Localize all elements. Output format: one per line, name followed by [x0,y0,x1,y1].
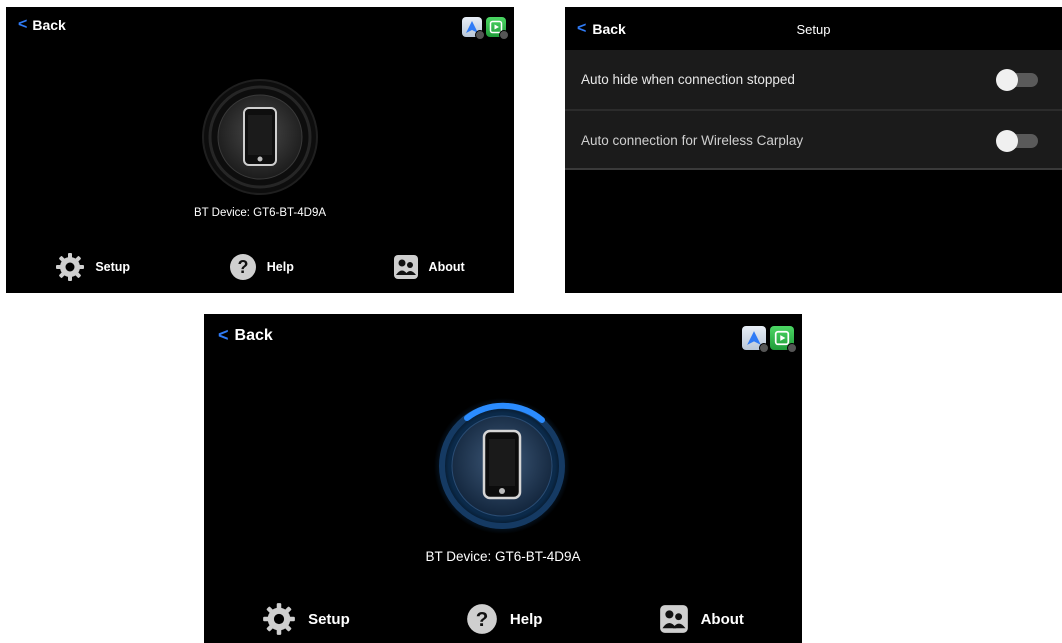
device-label: BT Device: GT6-BT-4D9A [425,549,581,564]
about-label: About [700,610,744,628]
android-auto-icon[interactable] [742,326,769,353]
back-button[interactable]: < Back [218,325,273,346]
setup-button[interactable]: Setup [55,252,130,282]
carplay-icon[interactable] [770,326,797,353]
auto-hide-toggle[interactable] [996,68,1038,91]
setting-label: Auto connection for Wireless Carplay [581,133,804,148]
phone-icon [434,398,570,534]
back-label: Back [32,17,66,33]
chevron-left-icon: < [18,16,28,33]
back-button[interactable]: < Back [18,16,66,34]
setup-button[interactable]: Setup [262,602,350,636]
setup-label: Setup [308,610,350,628]
setting-auto-hide: Auto hide when connection stopped [565,50,1062,109]
gear-icon [263,603,295,635]
help-icon: ? [467,604,497,634]
help-button[interactable]: ? Help [229,253,294,281]
phone-icon [202,79,318,195]
carplay-icon[interactable] [486,17,509,40]
device-label: BT Device: GT6-BT-4D9A [193,207,327,219]
settings-list: Auto hide when connection stopped Auto c… [565,50,1062,168]
gear-icon [56,253,85,281]
wireless-carplay-toggle[interactable] [996,129,1038,152]
android-auto-icon[interactable] [462,17,485,40]
connection-screen-idle: < Back BT Device: GT6-BT-4D9A Setup ? He… [6,7,514,293]
about-label: About [428,260,465,274]
setup-screen: < Back Setup Auto hide when connection s… [565,7,1062,293]
help-label: Help [266,260,294,274]
contacts-icon [659,605,688,633]
setting-auto-connection: Auto connection for Wireless Carplay [565,111,1062,170]
app-icons [462,17,509,40]
bottom-nav: Setup ? Help About [204,602,802,636]
back-label: Back [234,326,273,344]
setup-label: Setup [95,260,131,274]
chevron-left-icon: < [218,325,229,345]
help-icon: ? [229,254,256,280]
svg-text:?: ? [476,608,489,631]
about-button[interactable]: About [659,604,744,634]
setting-label: Auto hide when connection stopped [581,72,795,87]
app-icons [742,326,797,353]
contacts-icon [393,255,418,279]
page-title: Setup [796,22,831,37]
help-button[interactable]: ? Help [466,603,543,635]
bottom-nav: Setup ? Help About [6,252,514,282]
svg-text:?: ? [237,257,248,277]
help-label: Help [509,610,543,628]
about-button[interactable]: About [393,254,465,280]
connection-screen-connecting: < Back BT Device: GT6-BT-4D9A Setup ? He… [204,314,802,643]
divider [565,168,1062,170]
